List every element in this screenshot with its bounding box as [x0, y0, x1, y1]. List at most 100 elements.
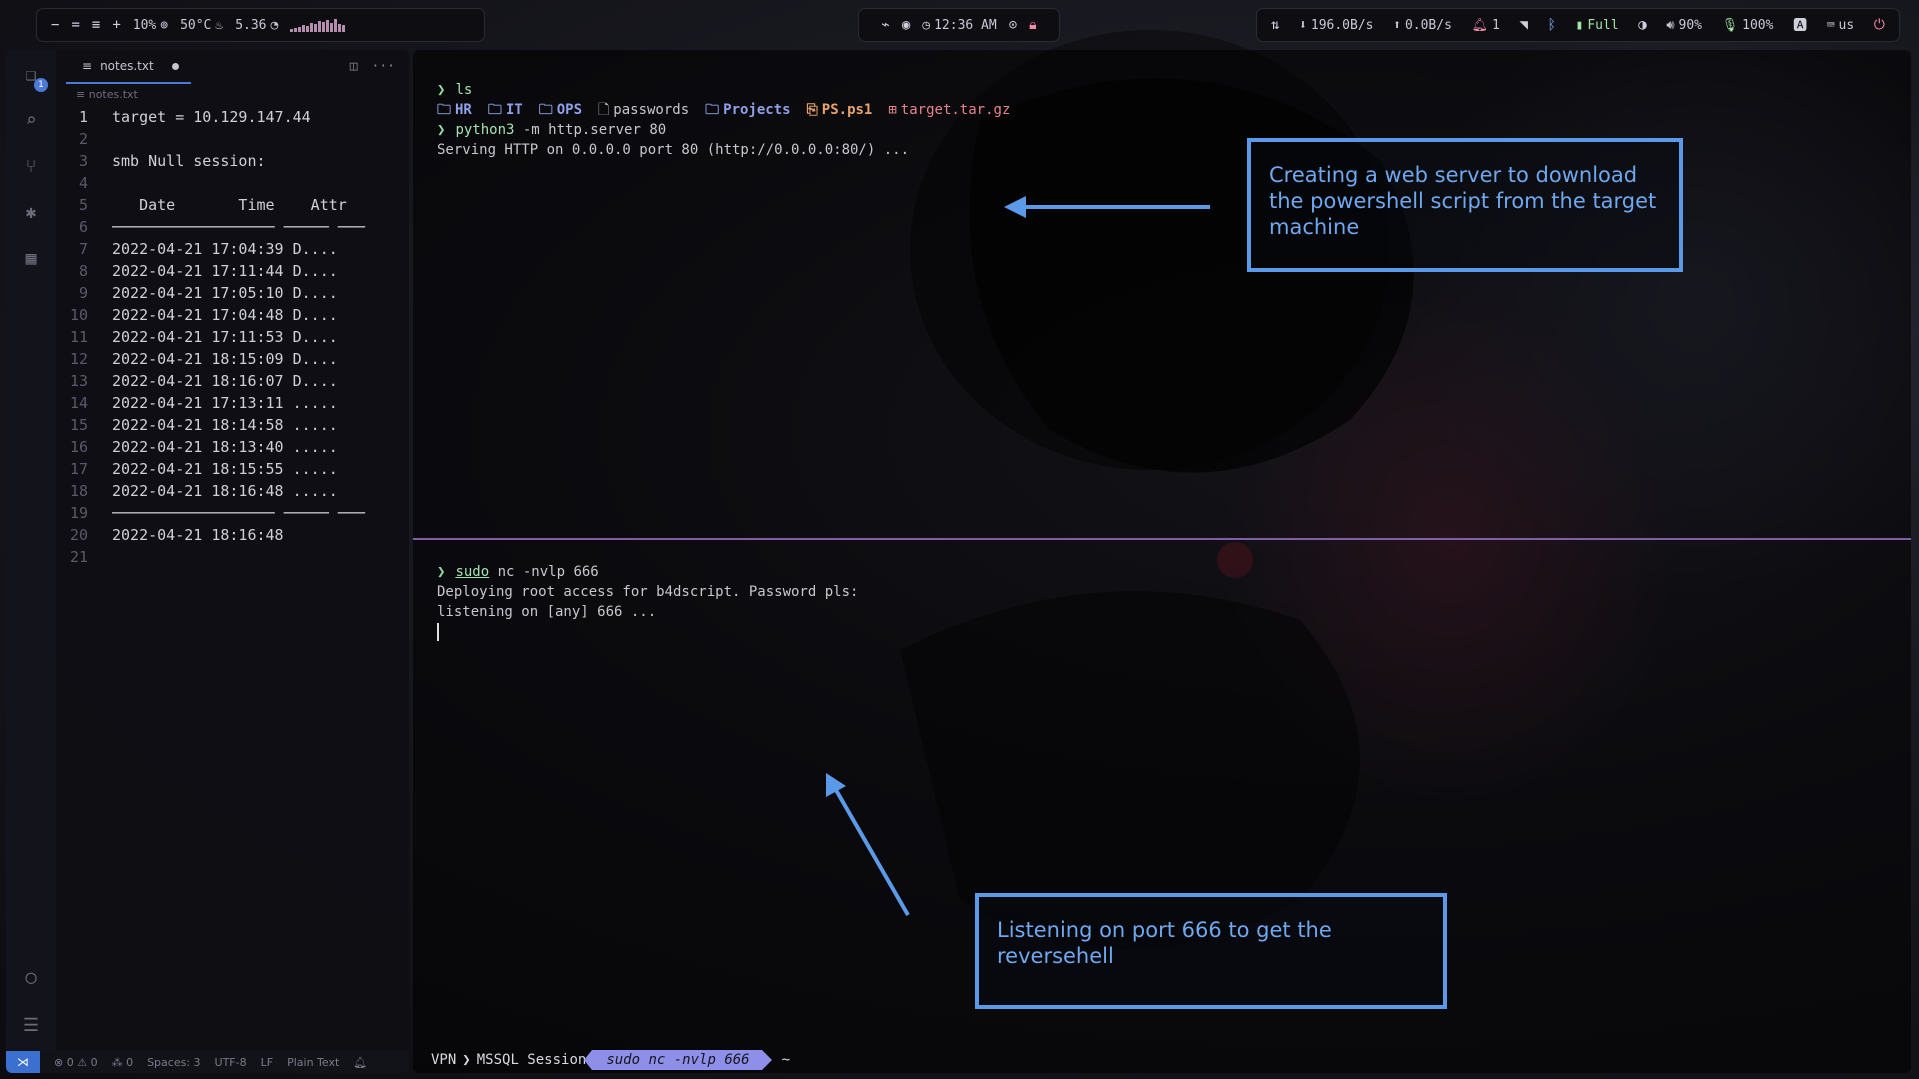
bluetooth-icon[interactable]: ᛒ [1548, 17, 1556, 33]
keyboard-layout[interactable]: ⌨ us [1827, 18, 1854, 33]
file-icon: ⊞ [888, 102, 897, 118]
source-control-icon[interactable]: ⑂ [20, 156, 42, 178]
ls-entry-name: IT [505, 102, 523, 118]
code-line[interactable]: 17 2022-04-21 18:15:55 ..... [56, 458, 409, 480]
line-number: 9 [78, 284, 88, 302]
code-line[interactable]: 20 2022-04-21 18:16:48 [56, 524, 409, 546]
code-line[interactable]: 11 2022-04-21 17:11:53 D.... [56, 326, 409, 348]
chevron-right-icon: ❯ [462, 1052, 471, 1068]
battery: ▮ Full [1575, 17, 1619, 33]
explorer-icon[interactable]: ❏ 1 [20, 64, 48, 92]
code-line[interactable]: 8 2022-04-21 17:11:44 D.... [56, 260, 409, 282]
encoding[interactable]: UTF-8 [215, 1056, 247, 1069]
notifications[interactable]: 🔔︎ 1 [1472, 18, 1500, 33]
code-line[interactable]: 19 ────────────────── ───── ─── [56, 502, 409, 524]
line-number: 8 [78, 262, 88, 280]
code-line[interactable]: 10 2022-04-21 17:04:48 D.... [56, 304, 409, 326]
status-seg-active[interactable]: sudo nc -nvlp 666 [584, 1050, 772, 1070]
battery-icon: ▮ [1575, 17, 1584, 33]
activity-bar-bottom: ◯ ☰ [6, 967, 56, 1037]
explorer-badge: 1 [34, 78, 48, 92]
line-ending[interactable]: LF [261, 1056, 273, 1069]
command-sudo: sudo [455, 564, 490, 580]
code-line[interactable]: 3 smb Null session: [56, 150, 409, 172]
line-text: 2022-04-21 17:04:48 D.... [112, 306, 338, 324]
power-icon[interactable]: ⏻ [1874, 17, 1885, 33]
search-icon[interactable]: ⌕ [20, 110, 42, 132]
code-line[interactable]: 16 2022-04-21 18:13:40 ..... [56, 436, 409, 458]
terminal-pane-top[interactable]: ❯ ls 🗀︎ HR 🗀︎ IT 🗀︎ OPS 🗋︎ passwords 🗀︎ Projects ⎘ P… [437, 80, 1026, 160]
tab-notes[interactable]: ≡ notes.txt [66, 50, 191, 84]
code-line[interactable]: 2 [56, 128, 409, 150]
clock[interactable]: ◷ 12:36 AM [922, 18, 996, 33]
problems-indicator[interactable]: ⊗ 0 ⚠ 0 [54, 1056, 98, 1069]
ports-indicator[interactable]: ⁂ 0 [112, 1056, 134, 1069]
code-line[interactable]: 1 target = 10.129.147.44 [56, 106, 409, 128]
code-area[interactable]: 1 target = 10.129.147.44 2 3 smb Null sessio… [56, 106, 409, 568]
status-seg-session[interactable]: MSSQL Session [471, 1050, 593, 1070]
line-number: 14 [69, 394, 88, 412]
line-number: 19 [69, 504, 88, 522]
status-seg-vpn[interactable]: VPN [425, 1050, 462, 1070]
upload-icon: ⬆ [1393, 17, 1401, 33]
mouse-icon[interactable]: ⌁ [881, 17, 889, 33]
line-number: 3 [78, 152, 88, 170]
code-line[interactable]: 9 2022-04-21 17:05:10 D.... [56, 282, 409, 304]
add-icon[interactable]: + [112, 17, 120, 33]
bell-icon[interactable]: 🔔︎ [353, 1056, 367, 1069]
language-mode[interactable]: Plain Text [287, 1056, 339, 1069]
line-number: 16 [69, 438, 88, 456]
minimize-icon[interactable]: − [51, 17, 59, 33]
command-bin: python3 [455, 122, 515, 138]
code-line[interactable]: 12 2022-04-21 18:15:09 D.... [56, 348, 409, 370]
pane-divider[interactable] [413, 538, 1911, 540]
ls-entry: 🗀︎ OPS [539, 100, 582, 120]
topbar-center: ⌁ ◉ ◷ 12:36 AM ⊙ 🔒︎ [858, 8, 1060, 42]
record-icon[interactable]: ⊙ [1009, 17, 1017, 33]
network-icon: ⇅ [1271, 17, 1280, 33]
code-line[interactable]: 15 2022-04-21 18:14:58 ..... [56, 414, 409, 436]
settings-icon[interactable]: ☰ [20, 1015, 42, 1037]
menu-icon[interactable]: ≡ [92, 17, 100, 33]
code-line[interactable]: 6 ────────────────── ───── ─── [56, 216, 409, 238]
ls-entry-name: OPS [556, 102, 583, 118]
equals-icon[interactable]: = [71, 17, 79, 33]
more-actions-icon[interactable]: ··· [372, 59, 395, 74]
wifi-icon[interactable]: ◥ [1519, 17, 1527, 33]
line-number: 21 [69, 548, 88, 566]
split-editor-icon[interactable]: ◫ [350, 59, 358, 74]
ls-entry-name: HR [455, 102, 472, 118]
line-text: 2022-04-21 18:13:40 ..... [112, 438, 338, 456]
microphone[interactable]: 🎙︎ 100% [1722, 18, 1774, 33]
indentation[interactable]: Spaces: 3 [147, 1056, 200, 1069]
clock-icon: ◷ [922, 17, 931, 33]
terminal-pane-bottom[interactable]: ❯ sudo nc -nvlp 666 Deploying root access… [437, 562, 858, 642]
account-icon[interactable]: ◯ [20, 967, 42, 989]
tab-label: notes.txt [100, 59, 154, 73]
lock-icon[interactable]: 🔒︎ [1029, 17, 1036, 33]
code-line[interactable]: 14 2022-04-21 17:13:11 ..... [56, 392, 409, 414]
code-line[interactable]: 5 Date Time Attr [56, 194, 409, 216]
code-line[interactable]: 7 2022-04-21 17:04:39 D.... [56, 238, 409, 260]
folder-icon: 🗀︎ [487, 102, 502, 118]
code-line[interactable]: 4 [56, 172, 409, 194]
debug-icon[interactable]: ✱ [20, 202, 42, 224]
code-line[interactable]: 13 2022-04-21 18:16:07 D.... [56, 370, 409, 392]
line-text: 2022-04-21 17:13:11 ..... [112, 394, 338, 412]
line-text: target = 10.129.147.44 [112, 108, 311, 126]
code-line[interactable]: 18 2022-04-21 18:16:48 ..... [56, 480, 409, 502]
code-line[interactable]: 21 [56, 546, 409, 568]
mic-icon: 🎙︎ [1721, 17, 1739, 33]
extensions-icon[interactable]: ▦ [20, 248, 42, 270]
breadcrumb[interactable]: ≡ notes.txt [76, 88, 138, 101]
ls-entry-name: Projects [723, 102, 791, 118]
remote-icon[interactable]: ⋊ [6, 1051, 40, 1073]
line-text: 2022-04-21 18:16:48 ..... [112, 482, 338, 500]
output-line: listening on [any] 666 ... [437, 604, 657, 620]
line-number: 11 [69, 328, 88, 346]
brightness-icon[interactable]: ◑ [1638, 17, 1646, 33]
topbar-left: − = ≡ + 10% ⊚ 50°C ♨ 5.36 ◔ [36, 8, 485, 42]
eye-icon[interactable]: ◉ [902, 17, 910, 33]
volume[interactable]: 🔊︎ 90% [1666, 18, 1702, 33]
unsaved-dot-icon[interactable] [171, 62, 179, 70]
